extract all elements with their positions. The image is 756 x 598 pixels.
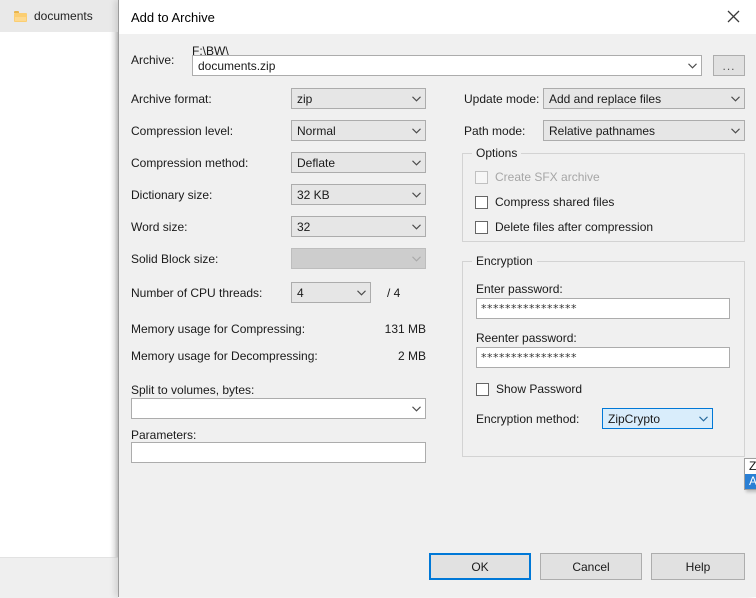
archive-format-label: Archive format: bbox=[131, 92, 212, 106]
options-group-title: Options bbox=[472, 146, 522, 160]
checkbox-create-sfx-archive: Create SFX archive bbox=[475, 170, 600, 184]
checkbox-label: Delete files after compression bbox=[495, 220, 654, 234]
path-mode-combo[interactable]: Relative pathnames bbox=[543, 120, 745, 141]
encryption-groupbox: Encryption Enter password: *************… bbox=[462, 254, 745, 457]
explorer-tab-strip: documents bbox=[0, 0, 118, 33]
archive-name-value: documents.zip bbox=[198, 58, 276, 73]
explorer-tab-label: documents bbox=[34, 9, 93, 23]
explorer-status-bar bbox=[0, 557, 118, 598]
solid-block-size-label: Solid Block size: bbox=[131, 252, 219, 266]
checkbox-delete-files-after-compression[interactable]: Delete files after compression bbox=[475, 220, 653, 234]
compression-method-label: Compression method: bbox=[131, 156, 249, 170]
split-volumes-combo[interactable] bbox=[131, 398, 426, 419]
chevron-down-icon[interactable] bbox=[408, 191, 425, 198]
dialog-title-bar: Add to Archive bbox=[119, 0, 756, 34]
options-groupbox: Options Create SFX archive Compress shar… bbox=[462, 146, 745, 242]
encryption-group-title: Encryption bbox=[472, 254, 537, 268]
reenter-password-input[interactable]: **************** bbox=[476, 347, 730, 368]
enter-password-value: **************** bbox=[481, 302, 577, 315]
compression-level-combo[interactable]: Normal bbox=[291, 120, 426, 141]
checkbox-label: Create SFX archive bbox=[495, 170, 600, 184]
archive-label: Archive: bbox=[131, 53, 175, 67]
dictionary-size-combo[interactable]: 32 KB bbox=[291, 184, 426, 205]
chevron-down-icon bbox=[408, 255, 425, 262]
chevron-down-icon[interactable] bbox=[353, 289, 370, 296]
checkbox-label: Show Password bbox=[496, 382, 583, 396]
dialog-body: Archive: F:\BW\ documents.zip ... Archiv… bbox=[119, 34, 756, 597]
chevron-down-icon[interactable] bbox=[408, 95, 425, 102]
chevron-down-icon[interactable] bbox=[408, 159, 425, 166]
chevron-down-icon[interactable] bbox=[684, 62, 701, 69]
checkbox-icon bbox=[475, 170, 488, 184]
cpu-threads-value: 4 bbox=[297, 285, 304, 300]
chevron-down-icon[interactable] bbox=[408, 223, 425, 230]
encryption-method-combo[interactable]: ZipCrypto bbox=[602, 408, 713, 429]
word-size-value: 32 bbox=[297, 219, 311, 234]
split-volumes-label: Split to volumes, bytes: bbox=[131, 383, 255, 397]
dialog-title: Add to Archive bbox=[131, 10, 215, 25]
help-button[interactable]: Help bbox=[651, 553, 745, 580]
compression-level-label: Compression level: bbox=[131, 124, 234, 138]
memory-compress-label: Memory usage for Compressing: bbox=[131, 322, 306, 336]
folder-icon bbox=[14, 10, 27, 22]
cancel-button[interactable]: Cancel bbox=[540, 553, 642, 580]
archive-name-combo[interactable]: documents.zip bbox=[192, 55, 702, 76]
enter-password-input[interactable]: **************** bbox=[476, 298, 730, 319]
word-size-combo[interactable]: 32 bbox=[291, 216, 426, 237]
compression-method-value: Deflate bbox=[297, 155, 336, 170]
chevron-down-icon[interactable] bbox=[695, 415, 712, 422]
dropdown-option-aes-256[interactable]: AES-256 bbox=[745, 474, 756, 489]
browse-button[interactable]: ... bbox=[713, 55, 745, 76]
update-mode-value: Add and replace files bbox=[549, 91, 662, 106]
checkbox-icon[interactable] bbox=[475, 220, 488, 234]
chevron-down-icon[interactable] bbox=[727, 127, 744, 134]
explorer-tab-documents[interactable]: documents bbox=[8, 4, 99, 28]
explorer-window-edge bbox=[110, 32, 118, 557]
archive-format-combo[interactable]: zip bbox=[291, 88, 426, 109]
chevron-down-icon[interactable] bbox=[727, 95, 744, 102]
reenter-password-label: Reenter password: bbox=[476, 331, 577, 345]
path-mode-value: Relative pathnames bbox=[549, 123, 656, 138]
checkbox-label: Compress shared files bbox=[495, 195, 615, 209]
update-mode-label: Update mode: bbox=[464, 92, 540, 106]
chevron-down-icon[interactable] bbox=[408, 127, 425, 134]
checkbox-compress-shared-files[interactable]: Compress shared files bbox=[475, 195, 614, 209]
memory-decompress-value: 2 MB bbox=[397, 349, 426, 363]
compression-method-combo[interactable]: Deflate bbox=[291, 152, 426, 173]
update-mode-combo[interactable]: Add and replace files bbox=[543, 88, 745, 109]
encryption-method-dropdown-list[interactable]: ZipCrypto AES-256 bbox=[744, 458, 756, 490]
enter-password-label: Enter password: bbox=[476, 282, 563, 296]
memory-compress-value: 131 MB bbox=[384, 322, 426, 336]
cpu-threads-label: Number of CPU threads: bbox=[131, 286, 263, 300]
memory-decompress-label: Memory usage for Decompressing: bbox=[131, 349, 318, 363]
dropdown-option-zipcrypto[interactable]: ZipCrypto bbox=[745, 459, 756, 474]
encryption-method-value: ZipCrypto bbox=[608, 411, 661, 426]
checkbox-icon[interactable] bbox=[476, 382, 489, 396]
word-size-label: Word size: bbox=[131, 220, 188, 234]
compression-level-value: Normal bbox=[297, 123, 336, 138]
archive-format-value: zip bbox=[297, 91, 313, 106]
explorer-content-area bbox=[0, 32, 110, 557]
solid-block-size-combo bbox=[291, 248, 426, 269]
parameters-input[interactable] bbox=[131, 442, 426, 463]
checkbox-show-password[interactable]: Show Password bbox=[476, 382, 582, 396]
path-mode-label: Path mode: bbox=[464, 124, 526, 138]
reenter-password-value: **************** bbox=[481, 351, 577, 364]
parameters-label: Parameters: bbox=[131, 428, 197, 442]
cpu-threads-combo[interactable]: 4 bbox=[291, 282, 371, 303]
encryption-method-label: Encryption method: bbox=[476, 412, 580, 426]
checkbox-icon[interactable] bbox=[475, 195, 488, 209]
ok-button[interactable]: OK bbox=[429, 553, 531, 580]
dictionary-size-value: 32 KB bbox=[297, 187, 330, 202]
close-icon[interactable] bbox=[711, 0, 756, 33]
cpu-threads-max: / 4 bbox=[387, 286, 401, 300]
add-to-archive-dialog: Add to Archive Archive: F:\BW\ documents… bbox=[118, 0, 756, 597]
chevron-down-icon[interactable] bbox=[408, 405, 425, 412]
dictionary-size-label: Dictionary size: bbox=[131, 188, 213, 202]
